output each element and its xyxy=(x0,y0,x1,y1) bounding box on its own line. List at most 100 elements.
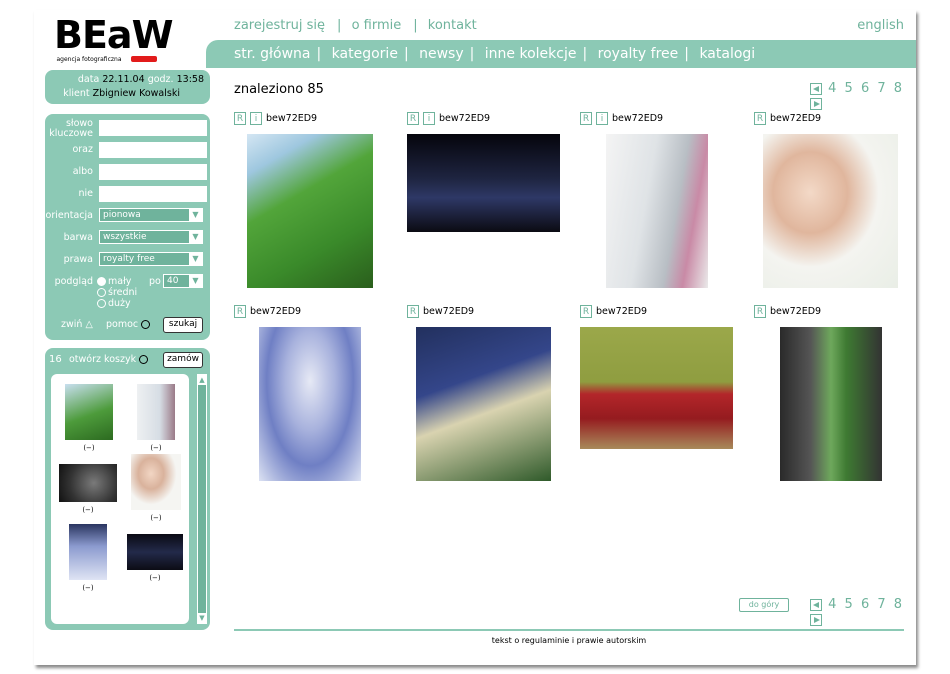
rights-icon[interactable]: R xyxy=(754,305,766,318)
nav-royalty-free[interactable]: royalty free xyxy=(598,46,679,62)
search-button[interactable]: szukaj xyxy=(163,317,203,333)
item-code: bew72ED9 xyxy=(596,306,648,317)
and-label: oraz xyxy=(72,144,93,155)
cart-thumb[interactable]: (−) xyxy=(69,524,107,592)
remove-from-cart[interactable]: (−) xyxy=(127,574,183,582)
help-button[interactable]: pomoc xyxy=(106,319,152,330)
size-large-radio[interactable]: duży xyxy=(97,298,137,309)
item-code: bew72ED9 xyxy=(770,113,822,124)
search-panel: słowo kluczowe oraz albo nie orientacja … xyxy=(45,114,210,340)
item-code: bew72ED9 xyxy=(439,113,491,124)
pager-bottom: 4 5 6 7 8 xyxy=(810,597,916,627)
about-link[interactable]: o firmie xyxy=(352,18,402,33)
chevron-down-icon: ▼ xyxy=(189,209,202,221)
preview-label: podgląd xyxy=(54,276,93,287)
scroll-up-icon[interactable]: ▲ xyxy=(198,375,206,385)
english-link[interactable]: english xyxy=(857,18,904,33)
nav-catalogs[interactable]: katalogi xyxy=(699,46,755,62)
remove-from-cart[interactable]: (−) xyxy=(59,506,117,514)
color-label: barwa xyxy=(63,232,93,243)
cart-thumb[interactable]: (−) xyxy=(131,454,181,522)
chevron-down-icon: ▼ xyxy=(189,275,202,287)
nav-news[interactable]: newsy xyxy=(419,46,464,62)
register-link[interactable]: zarejestruj się xyxy=(234,18,325,33)
cart-scrollbar[interactable]: ▲ ▼ xyxy=(197,374,207,624)
scroll-down-icon[interactable]: ▼ xyxy=(198,613,206,623)
rights-label: prawa xyxy=(63,254,93,265)
logo-text: BEaW xyxy=(54,13,173,57)
cart-thumb[interactable]: (−) xyxy=(65,384,113,452)
prev-page-icon[interactable] xyxy=(810,82,822,95)
result-photo[interactable] xyxy=(259,327,361,481)
and-input[interactable] xyxy=(99,142,207,158)
logo-tagline: agencja fotograficzna xyxy=(56,56,122,63)
rights-icon[interactable]: R xyxy=(580,112,592,125)
keywords-input[interactable] xyxy=(99,120,207,136)
info-icon[interactable]: i xyxy=(423,112,435,125)
rights-value: royalty free xyxy=(103,254,155,264)
rights-icon[interactable]: R xyxy=(580,305,592,318)
nav-home[interactable]: str. główna xyxy=(234,46,311,62)
contact-link[interactable]: kontakt xyxy=(428,18,477,33)
client-label: klient xyxy=(63,88,90,99)
cart-thumb[interactable]: (−) xyxy=(59,464,117,514)
chevron-down-icon: ▼ xyxy=(189,231,202,243)
page-numbers[interactable]: 4 5 6 7 8 xyxy=(828,597,904,612)
cart-panel: 16 otwórz koszyk zamów (−) (−) (−) (−) (… xyxy=(45,348,210,630)
remove-from-cart[interactable]: (−) xyxy=(131,514,181,522)
not-input[interactable] xyxy=(99,186,207,202)
result-photo[interactable] xyxy=(606,134,708,288)
rights-icon[interactable]: R xyxy=(234,112,246,125)
nav-categories[interactable]: kategorie xyxy=(332,46,398,62)
remove-from-cart[interactable]: (−) xyxy=(137,444,175,452)
page: BEaW agencja fotograficzna zarejestruj s… xyxy=(34,10,916,665)
size-medium-radio[interactable]: średni xyxy=(97,287,137,298)
or-input[interactable] xyxy=(99,164,207,180)
circle-icon xyxy=(141,320,151,329)
result-photo[interactable] xyxy=(407,134,560,232)
terms-link[interactable]: tekst o regulaminie i prawie autorskim xyxy=(234,636,904,645)
info-icon[interactable]: i xyxy=(596,112,608,125)
back-to-top-button[interactable]: do góry xyxy=(739,598,789,612)
logo[interactable]: BEaW agencja fotograficzna xyxy=(54,16,194,66)
user-info-panel: data 22.11.04 godz. 13:58 klient Zbignie… xyxy=(45,70,210,104)
order-button[interactable]: zamów xyxy=(163,352,203,368)
rights-select[interactable]: royalty free ▼ xyxy=(99,252,203,266)
rights-icon[interactable]: R xyxy=(407,305,419,318)
result-photo[interactable] xyxy=(780,327,882,481)
orientation-select[interactable]: pionowa ▼ xyxy=(99,208,203,222)
logo-red-bar xyxy=(131,56,157,62)
page-numbers[interactable]: 4 5 6 7 8 xyxy=(828,81,904,96)
per-page-select[interactable]: 40 ▼ xyxy=(163,274,203,288)
cart-thumb[interactable]: (−) xyxy=(127,534,183,582)
rights-icon[interactable]: R xyxy=(234,305,246,318)
rights-icon[interactable]: R xyxy=(407,112,419,125)
open-cart-button[interactable]: otwórz koszyk xyxy=(69,354,150,365)
item-code: bew72ED9 xyxy=(612,113,664,124)
cart-thumb[interactable]: (−) xyxy=(137,384,175,452)
size-small-radio[interactable]: mały xyxy=(97,276,137,287)
result-photo[interactable] xyxy=(580,327,733,449)
info-icon[interactable]: i xyxy=(250,112,262,125)
remove-from-cart[interactable]: (−) xyxy=(69,584,107,592)
collapse-button[interactable]: zwiń △ xyxy=(61,319,93,330)
results-count: znaleziono 85 xyxy=(234,82,324,97)
prev-page-icon[interactable] xyxy=(810,598,822,611)
footer-divider xyxy=(234,629,904,631)
remove-from-cart[interactable]: (−) xyxy=(65,444,113,452)
color-select[interactable]: wszystkie ▼ xyxy=(99,230,203,244)
result-photo[interactable] xyxy=(416,327,551,481)
date-label: data xyxy=(77,74,100,85)
rights-icon[interactable]: R xyxy=(754,112,766,125)
nav-collections[interactable]: inne kolekcje xyxy=(485,46,577,62)
result-photo[interactable] xyxy=(763,134,898,288)
pager-top: 4 5 6 7 8 xyxy=(810,81,916,111)
next-page-icon[interactable] xyxy=(810,97,822,110)
time-label: godz. xyxy=(147,74,174,85)
next-page-icon[interactable] xyxy=(810,613,822,626)
item-code: bew72ED9 xyxy=(770,306,822,317)
result-photo[interactable] xyxy=(247,134,373,288)
color-value: wszystkie xyxy=(103,232,147,242)
keywords-label: słowo kluczowe xyxy=(49,118,93,139)
cart-count: 16 xyxy=(49,354,62,365)
